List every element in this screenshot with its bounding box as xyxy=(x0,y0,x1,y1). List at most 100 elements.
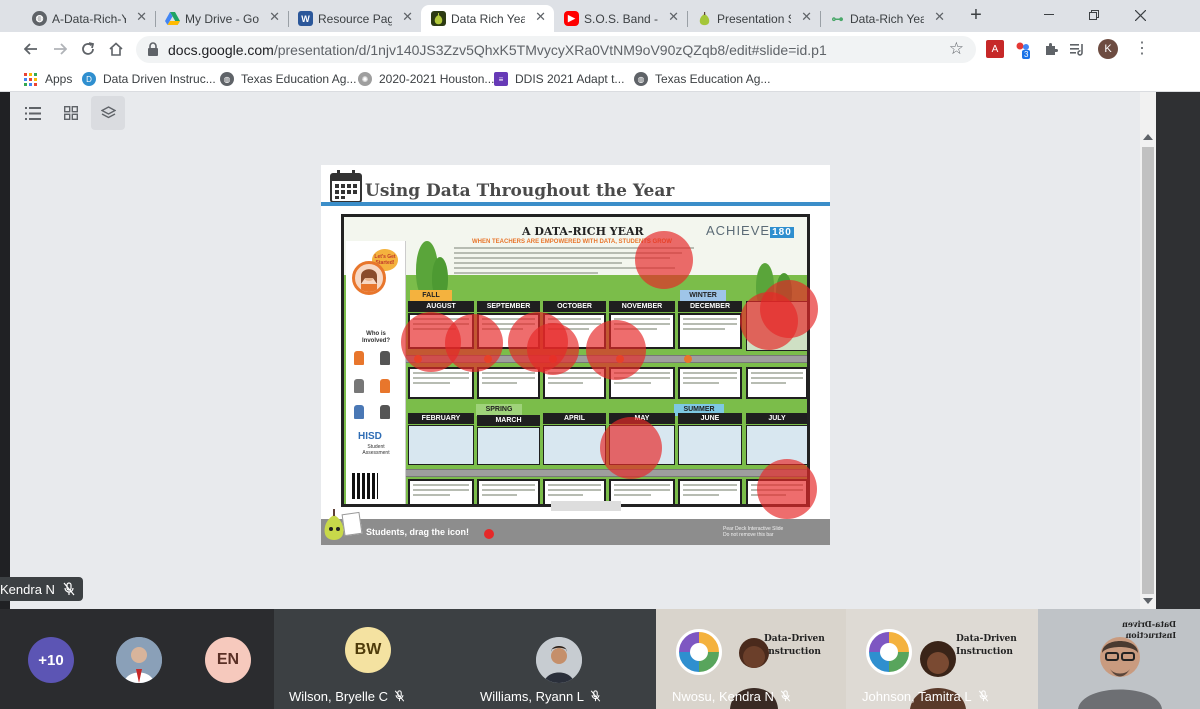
scroll-down-icon[interactable] xyxy=(1143,598,1153,604)
reload-button[interactable] xyxy=(77,38,99,60)
participants-strip: +10 EN BW Wilson, Bryelle C Williams, Ry… xyxy=(0,609,1200,709)
bookmark-item[interactable]: ◍ Texas Education Ag... xyxy=(220,70,356,88)
ddi-logo-icon xyxy=(676,629,722,675)
self-video-tile[interactable]: Data-Driven Instruction xyxy=(1038,609,1200,709)
lock-icon xyxy=(148,42,158,56)
grid-view-button[interactable] xyxy=(54,96,88,130)
close-icon[interactable]: ✕ xyxy=(269,9,280,25)
student-drag-dot[interactable] xyxy=(757,459,817,519)
bookmark-label: Texas Education Ag... xyxy=(241,72,357,86)
forms-icon: ≡ xyxy=(494,72,508,86)
participant-video xyxy=(1078,637,1162,709)
extension-icon[interactable]: 3 xyxy=(1014,40,1032,59)
close-icon[interactable]: ✕ xyxy=(535,9,546,25)
slide-footer-strip xyxy=(551,501,621,511)
globe-icon: ◍ xyxy=(32,11,47,26)
close-icon[interactable]: ✕ xyxy=(668,9,679,25)
student-drag-dot[interactable] xyxy=(445,314,503,372)
brand-number: 180 xyxy=(770,227,794,238)
close-icon[interactable]: ✕ xyxy=(801,9,812,25)
pear-deck-footer: Students, drag the icon! Pear Deck Inter… xyxy=(321,519,830,545)
participant-tile[interactable]: Williams, Ryann L xyxy=(462,609,656,709)
browser-tab[interactable]: My Drive - Goog ✕ xyxy=(155,5,288,32)
bookmark-star-icon[interactable]: ☆ xyxy=(949,39,964,59)
drag-instruction: Students, drag the icon! xyxy=(366,527,470,537)
draggable-dot[interactable] xyxy=(484,529,494,539)
student-drag-dot[interactable] xyxy=(760,280,818,338)
participant-avatar: BW xyxy=(345,627,391,673)
address-bar[interactable]: docs.google.com/presentation/d/1njv140JS… xyxy=(136,36,976,63)
layers-view-button[interactable] xyxy=(91,96,125,130)
close-window-button[interactable] xyxy=(1125,4,1155,26)
participant-name-text: Nwosu, Kendra N xyxy=(672,689,774,704)
list-view-button[interactable] xyxy=(16,96,50,130)
student-drag-dot[interactable] xyxy=(586,320,646,380)
student-drag-dot[interactable] xyxy=(527,323,579,375)
home-icon xyxy=(109,42,123,56)
home-button[interactable] xyxy=(105,38,127,60)
new-tab-button[interactable]: + xyxy=(966,5,986,26)
month-label: DECEMBER xyxy=(678,301,742,312)
globe-icon: ◍ xyxy=(220,72,234,86)
layers-icon xyxy=(100,105,116,118)
month-label: AUGUST xyxy=(408,301,474,312)
browser-tab[interactable]: ◍ A-Data-Rich-Yea ✕ xyxy=(22,5,155,32)
who-involved-label: Who is Involved? xyxy=(361,331,390,344)
browser-tab[interactable]: W Resource Page ✕ xyxy=(288,5,421,32)
scrollbar-thumb[interactable] xyxy=(1142,147,1154,594)
browser-tab[interactable]: Presentation Se ✕ xyxy=(687,5,820,32)
bookmark-item[interactable]: ≡ DDIS 2021 Adapt t... xyxy=(494,70,624,88)
participant-tile[interactable]: BW Wilson, Bryelle C xyxy=(274,609,462,709)
bookmark-label: Data Driven Instruc... xyxy=(103,72,216,86)
browser-tab[interactable]: ⊶ Data-Rich Year d ✕ xyxy=(820,5,953,32)
tab-label: A-Data-Rich-Yea xyxy=(52,11,126,26)
month-scene xyxy=(678,425,742,465)
person-icon xyxy=(380,351,390,365)
scroll-up-icon[interactable] xyxy=(1143,134,1153,140)
hisd-logo: HISD xyxy=(358,431,382,442)
back-button[interactable] xyxy=(20,38,42,60)
bookmarks-bar: Apps D Data Driven Instruc... ◍ Texas Ed… xyxy=(0,66,1200,92)
close-icon[interactable]: ✕ xyxy=(402,9,413,25)
chrome-menu-icon[interactable]: ⋮ xyxy=(1134,38,1150,60)
pdf-extension-icon[interactable]: A xyxy=(986,40,1004,58)
close-icon[interactable]: ✕ xyxy=(136,9,147,25)
teacher-portrait xyxy=(352,261,386,295)
restore-button[interactable] xyxy=(1079,4,1109,26)
participant-video-tile[interactable]: Data-Driven Instruction Nwosu, Kendra N xyxy=(656,609,846,709)
month-scene xyxy=(408,425,474,465)
profile-avatar[interactable]: K xyxy=(1098,39,1118,59)
bookmark-item[interactable]: D Data Driven Instruc... xyxy=(82,70,216,88)
minimize-button[interactable] xyxy=(1034,4,1064,26)
bookmark-apps[interactable]: Apps xyxy=(24,70,72,88)
bookmark-label: 2020-2021 Houston... xyxy=(379,72,495,86)
tab-label: Presentation Se xyxy=(717,11,791,26)
infographic-heading: A DATA-RICH YEAR xyxy=(522,225,644,238)
more-count: +10 xyxy=(38,651,64,669)
slide-title: Using Data Throughout the Year xyxy=(365,181,675,201)
month-label: FEBRUARY xyxy=(408,413,474,424)
hisd-subtitle: Student Assessment xyxy=(362,444,390,456)
bookmark-item[interactable]: ✺ 2020-2021 Houston... xyxy=(358,70,494,88)
right-panel xyxy=(1156,92,1200,609)
bookmark-item[interactable]: ◍ Texas Education Ag... xyxy=(634,70,770,88)
pear-deck-notice-line: Do not remove this bar xyxy=(723,532,774,538)
participant-avatar xyxy=(536,637,582,683)
more-participants-badge[interactable]: +10 xyxy=(28,637,74,683)
tab-label: Data-Rich Year d xyxy=(850,11,924,26)
participant-avatar xyxy=(116,637,162,683)
participant-overflow-tile[interactable]: +10 EN xyxy=(0,609,274,709)
participant-name-text: Johnson, Tamitra L xyxy=(862,689,972,704)
browser-tab[interactable]: ▶ S.O.S. Band - Ta ✕ xyxy=(554,5,687,32)
browser-tab-active[interactable]: Data Rich Year I ✕ xyxy=(421,5,554,32)
presentation-slide: Using Data Throughout the Year A DATA-RI… xyxy=(321,165,830,545)
url-text: docs.google.com/presentation/d/1njv140JS… xyxy=(168,42,827,58)
month-label: APRIL xyxy=(543,413,606,424)
forward-button[interactable] xyxy=(49,38,71,60)
participant-video-tile[interactable]: Data-Driven Instruction Johnson, Tamitra … xyxy=(846,609,1038,709)
extensions-puzzle-icon[interactable] xyxy=(1042,40,1060,58)
media-queue-icon[interactable] xyxy=(1068,40,1086,58)
student-drag-dot[interactable] xyxy=(635,231,693,289)
close-icon[interactable]: ✕ xyxy=(934,9,945,25)
student-drag-dot[interactable] xyxy=(600,417,662,479)
